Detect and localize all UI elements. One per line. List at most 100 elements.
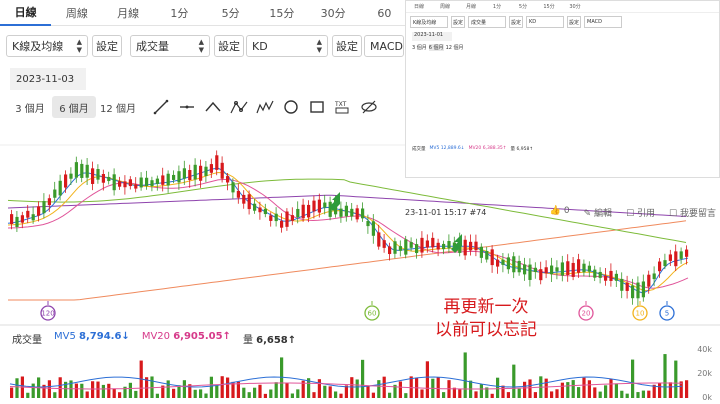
candle-body (663, 260, 667, 267)
candle-body (377, 232, 381, 247)
candle-body (393, 241, 397, 254)
candle-body (517, 260, 521, 273)
volume-bar (577, 387, 581, 398)
volume-bar (658, 383, 662, 398)
volume-bar (220, 376, 224, 398)
candle-body (220, 162, 224, 179)
candle-body (685, 249, 689, 257)
volume-bar (533, 392, 537, 398)
volume-bar (53, 392, 57, 398)
candle-body (641, 281, 645, 298)
like-icon: 👍 (549, 205, 562, 216)
volume-bar (523, 381, 527, 398)
volume-bar (58, 377, 62, 398)
candle-body (182, 168, 186, 179)
ma-badge-label: 5 (665, 310, 669, 318)
volume-bar (296, 389, 300, 398)
candle-body (26, 210, 30, 218)
candle-body (544, 267, 548, 274)
edit-button[interactable]: ✎ 編輯 (584, 206, 612, 219)
candle-body (10, 214, 14, 225)
candle-body (42, 201, 46, 214)
candle-body (609, 270, 613, 281)
quote-label: 引用 (637, 208, 656, 219)
volume-bar (31, 383, 35, 398)
candle-body (145, 177, 149, 187)
candle-body (631, 285, 635, 299)
volume-bar (425, 361, 429, 398)
volume-bar (512, 364, 516, 398)
volume-bar (118, 392, 122, 398)
volume-bar (593, 387, 597, 398)
reply-button[interactable]: ☐ 我要留言 (669, 206, 716, 219)
inset-range-12m: 12 個月 (445, 45, 464, 51)
quote-button[interactable]: ☐ 引用 (626, 206, 655, 219)
candle-body (188, 170, 192, 180)
mv20-label: MV20 (141, 331, 171, 342)
volume-bar (598, 391, 602, 398)
volume-bar (555, 389, 559, 398)
candle-body (593, 269, 597, 278)
candle-body (258, 207, 262, 213)
candle-body (236, 190, 240, 198)
candle-body (614, 273, 618, 281)
candle-body (263, 208, 267, 215)
candle-body (636, 282, 640, 299)
candle-body (301, 204, 305, 219)
candle-body (398, 246, 402, 251)
volume-bar (274, 382, 278, 398)
edit-icon: ✎ (583, 208, 592, 219)
candle-body (166, 173, 170, 186)
ma-badge-label: 60 (368, 310, 377, 318)
volume-bar (398, 381, 402, 398)
volume-bar (571, 380, 575, 398)
candle-body (177, 171, 181, 183)
candle-body (280, 220, 284, 228)
note-line-2: 以前可以忘記 (435, 320, 537, 340)
candle-body (404, 239, 408, 255)
candle-body (625, 282, 629, 291)
candle-body (80, 163, 84, 178)
inset-screenshot: 日線 周線 月線 1分 5分 15分 30分 K線及均線 設定 成交量 設定 K… (405, 0, 720, 178)
candle-body (209, 164, 213, 173)
volume-bar (263, 393, 267, 398)
volume-bar (366, 385, 370, 398)
volume-bar (10, 387, 14, 398)
candle-body (528, 264, 532, 280)
volume-bar (334, 391, 338, 398)
like-button[interactable]: 👍 0 (550, 206, 570, 219)
candle-body (31, 214, 35, 221)
candle-body (15, 216, 19, 227)
ma-badge-label: 20 (582, 310, 591, 318)
volume-bar (490, 393, 494, 398)
candle-body (442, 243, 446, 250)
inset-date: 2023-11-01 (412, 32, 452, 41)
volume-bar (474, 391, 478, 398)
candle-body (415, 244, 419, 254)
inset-kline-select: K線及均線 (410, 16, 448, 28)
candle-body (350, 208, 354, 217)
vol-value: 6,658↑ (256, 335, 297, 346)
candle-body (366, 221, 370, 227)
volume-bar (361, 359, 365, 398)
volume-bar (85, 391, 89, 398)
candle-body (215, 155, 219, 170)
volume-bar (166, 380, 170, 398)
volume-bar (172, 388, 176, 398)
volume-bar (674, 360, 678, 398)
candle-body (91, 168, 95, 184)
edit-label: 編輯 (594, 208, 613, 219)
reply-icon: ☐ (669, 208, 678, 219)
candle-body (247, 194, 251, 210)
ma-10-line (7, 171, 689, 292)
volume-bar (258, 384, 262, 398)
volume-bar (506, 392, 510, 398)
volume-bar (517, 388, 521, 398)
inset-tabs: 日線 周線 月線 1分 5分 15分 30分 (406, 1, 719, 13)
volume-bar (101, 384, 105, 398)
reply-label: 我要留言 (679, 208, 716, 219)
volume-bar (404, 393, 408, 398)
volume-bar (544, 378, 548, 398)
candle-body (323, 202, 327, 208)
vol-axis-0k: 0k (702, 393, 712, 402)
